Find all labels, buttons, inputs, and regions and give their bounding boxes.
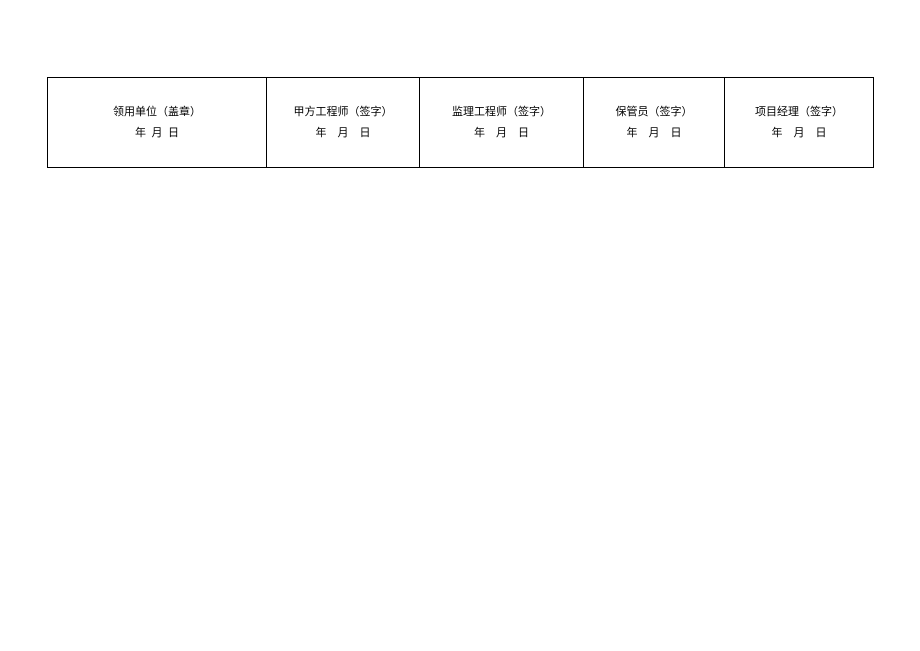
signature-cell-storekeeper: 保管员（签字） 年 月 日 [584, 78, 725, 168]
signature-table: 领用单位（盖章） 年 月 日 甲方工程师（签字） 年 月 日 监理工程师（签字）… [47, 77, 874, 168]
signature-date: 年 月 日 [271, 123, 415, 144]
signature-date: 年 月 日 [52, 123, 262, 144]
signature-title: 监理工程师（签字） [424, 102, 579, 123]
signature-cell-supervision-engineer: 监理工程师（签字） 年 月 日 [420, 78, 584, 168]
signature-row: 领用单位（盖章） 年 月 日 甲方工程师（签字） 年 月 日 监理工程师（签字）… [48, 78, 874, 168]
signature-date: 年 月 日 [424, 123, 579, 144]
signature-title: 项目经理（签字） [729, 102, 869, 123]
signature-cell-project-manager: 项目经理（签字） 年 月 日 [725, 78, 874, 168]
signature-title: 甲方工程师（签字） [271, 102, 415, 123]
signature-title: 保管员（签字） [588, 102, 720, 123]
signature-date: 年 月 日 [588, 123, 720, 144]
signature-cell-party-a-engineer: 甲方工程师（签字） 年 月 日 [267, 78, 420, 168]
signature-date: 年 月 日 [729, 123, 869, 144]
signature-title: 领用单位（盖章） [52, 102, 262, 123]
signature-cell-receiving-unit: 领用单位（盖章） 年 月 日 [48, 78, 267, 168]
